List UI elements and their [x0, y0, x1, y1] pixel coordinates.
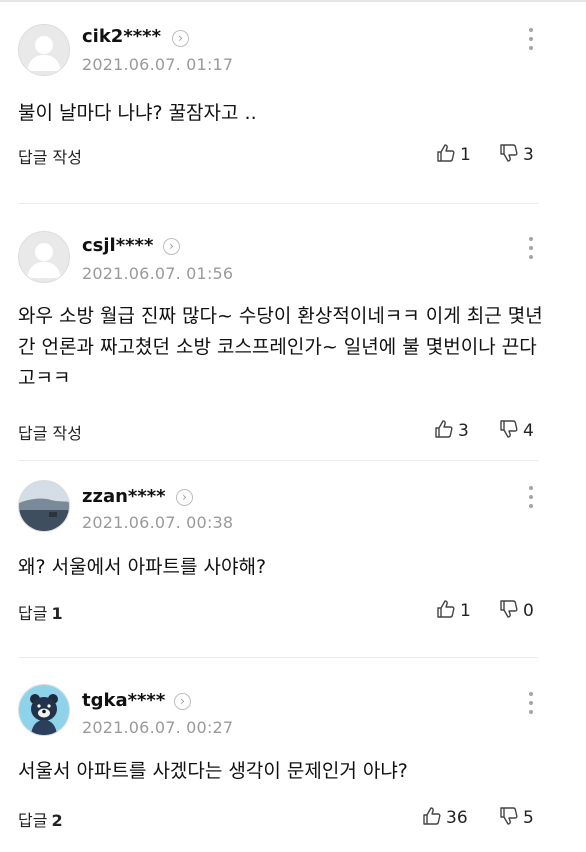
more-options-icon[interactable]: [526, 486, 536, 512]
reply-label: 답글: [18, 811, 48, 830]
comment-date: 2021.06.07. 00:38: [82, 513, 234, 532]
reply-count: 1: [51, 604, 63, 623]
username[interactable]: zzan****: [82, 486, 166, 507]
thumbs-down-icon: [500, 420, 518, 438]
like-button[interactable]: 1: [436, 143, 471, 165]
like-button[interactable]: 36: [422, 806, 468, 828]
bear-character-avatar[interactable]: [18, 684, 70, 736]
dislike-count: 4: [523, 421, 534, 441]
dislike-button[interactable]: 5: [499, 806, 534, 828]
dislike-count: 5: [523, 808, 534, 828]
landscape-photo-avatar[interactable]: [18, 480, 70, 532]
chevron-right-icon[interactable]: ›: [176, 489, 193, 506]
reply-label: 답글 작성: [18, 424, 82, 443]
thumbs-down-icon: [500, 600, 518, 618]
like-button[interactable]: 3: [434, 419, 469, 441]
comment-text: 불이 날마다 나냐? 꿀잠자고 ..: [18, 102, 257, 124]
like-count: 3: [458, 421, 469, 441]
reply-button[interactable]: 답글 2: [18, 807, 63, 831]
default-profile-icon[interactable]: [18, 24, 70, 76]
comment-item: tgka**** › 2021.06.07. 00:27 서울서 아파트를 사겠…: [0, 660, 586, 852]
comment-date: 2021.06.07. 00:27: [82, 718, 234, 737]
thumbs-up-icon: [435, 420, 453, 438]
comment-date: 2021.06.07. 01:56: [82, 264, 234, 283]
comment-item: csjl**** › 2021.06.07. 01:56 와우 소방 월급 진짜…: [0, 205, 586, 460]
more-options-icon[interactable]: [526, 28, 536, 54]
like-count: 1: [460, 145, 471, 165]
dislike-count: 0: [523, 601, 534, 621]
comment-divider: [18, 657, 538, 658]
like-count: 36: [446, 808, 468, 828]
dislike-button[interactable]: 4: [499, 419, 534, 441]
comment-text: 왜? 서울에서 아파트를 사야해?: [18, 556, 267, 578]
dislike-button[interactable]: 0: [499, 599, 534, 621]
comment-item: zzan**** › 2021.06.07. 00:38 왜? 서울에서 아파트…: [0, 460, 586, 655]
chevron-right-icon[interactable]: ›: [174, 693, 191, 710]
more-options-icon[interactable]: [526, 237, 536, 263]
thumbs-up-icon: [437, 600, 455, 618]
comment-date: 2021.06.07. 01:17: [82, 55, 234, 74]
reply-button[interactable]: 답글 작성: [18, 420, 86, 444]
thumbs-up-icon: [423, 807, 441, 825]
reply-label: 답글 작성: [18, 148, 82, 167]
thumbs-down-icon: [500, 807, 518, 825]
like-count: 1: [460, 601, 471, 621]
reply-count: 2: [51, 811, 63, 830]
default-profile-icon[interactable]: [18, 231, 70, 283]
comment-text: 서울서 아파트를 사겠다는 생각이 문제인거 아냐?: [18, 760, 408, 782]
more-options-icon[interactable]: [526, 692, 536, 718]
reply-button[interactable]: 답글 작성: [18, 144, 86, 168]
chevron-right-icon[interactable]: ›: [163, 238, 180, 255]
username[interactable]: cik2****: [82, 26, 161, 47]
like-button[interactable]: 1: [436, 599, 471, 621]
comment-item: cik2**** › 2021.06.07. 01:17 불이 날마다 나냐? …: [0, 0, 586, 200]
dislike-button[interactable]: 3: [499, 143, 534, 165]
thumbs-up-icon: [437, 144, 455, 162]
chevron-right-icon[interactable]: ›: [172, 30, 189, 47]
thumbs-down-icon: [500, 144, 518, 162]
comment-text: 와우 소방 월급 진짜 많다~ 수당이 환상적이네ㅋㅋ 이게 최근 몇년간 언론…: [18, 305, 543, 389]
dislike-count: 3: [523, 145, 534, 165]
username[interactable]: csjl****: [82, 235, 153, 256]
reply-label: 답글: [18, 604, 48, 623]
reply-button[interactable]: 답글 1: [18, 600, 63, 624]
comment-divider: [18, 203, 538, 204]
username[interactable]: tgka****: [82, 690, 165, 711]
